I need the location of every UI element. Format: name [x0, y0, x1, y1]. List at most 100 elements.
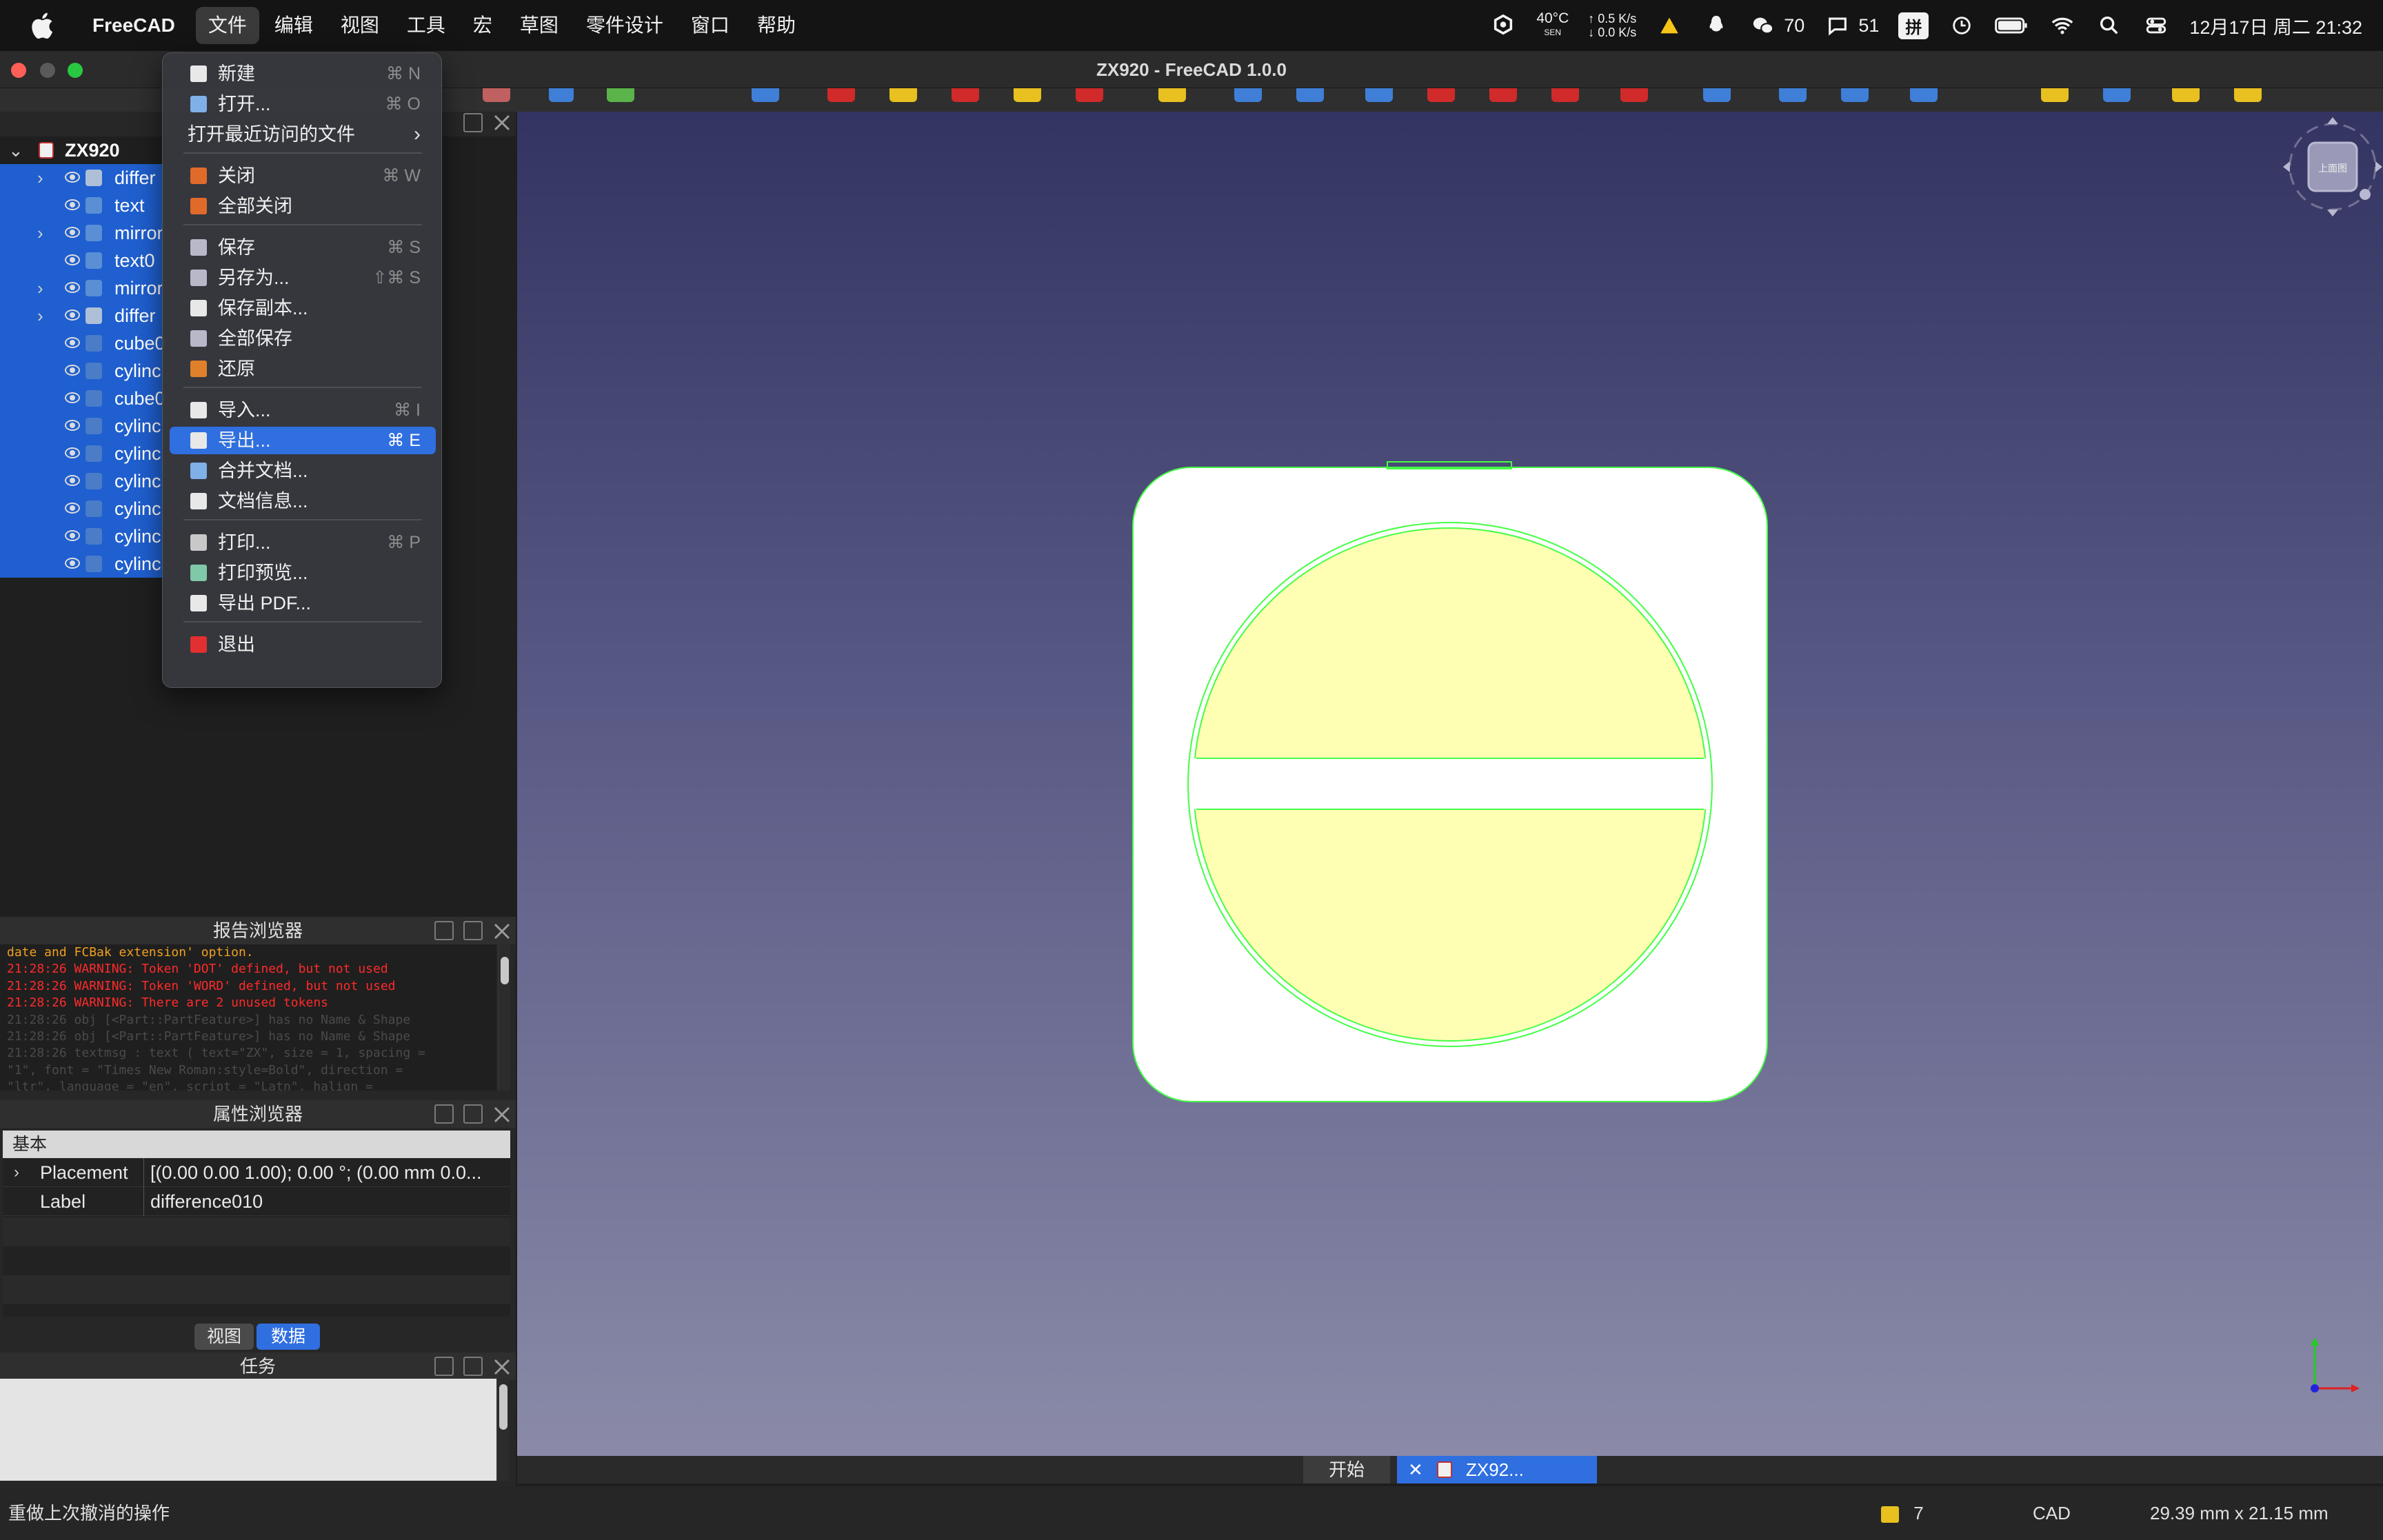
visibility-eye-icon[interactable] [65, 447, 80, 458]
menu-item-save[interactable]: 保存 ⌘ S [170, 234, 436, 261]
tree-difference-item[interactable]: › differ [0, 302, 164, 330]
property-value[interactable]: [(0.00 0.00 1.00); 0.00 °; (0.00 mm 0.0.… [150, 1158, 482, 1187]
tree-cylinder-item[interactable]: cylinc [0, 467, 164, 495]
toolbar-offset-icon[interactable] [1489, 88, 1517, 102]
menu-item-revert[interactable]: 还原 [170, 355, 436, 383]
menu-item-save-copy[interactable]: 保存副本... [170, 294, 436, 322]
toolbar-revolve-icon[interactable] [1158, 88, 1186, 102]
dock-panel-icon[interactable] [434, 1104, 454, 1124]
visibility-eye-icon[interactable] [65, 227, 80, 238]
visibility-eye-icon[interactable] [65, 172, 80, 183]
toolbar-fuse-icon[interactable] [889, 88, 917, 102]
toolbar-sweep-icon[interactable] [2103, 88, 2131, 102]
tab-start[interactable]: 开始 [1303, 1456, 1390, 1483]
menu-macro[interactable]: 宏 [461, 7, 505, 44]
navigation-style[interactable]: CAD [2033, 1486, 2071, 1540]
chat-widget[interactable]: 51 [1824, 14, 1879, 37]
tree-root[interactable]: ⌄ ZX920 [8, 136, 167, 164]
tab-document[interactable]: ✕ ZX92... [1397, 1456, 1597, 1483]
3d-scene[interactable]: 上面图 [517, 112, 2383, 1456]
spotlight-search-icon[interactable] [2095, 14, 2123, 37]
clock-icon[interactable] [1948, 14, 1975, 37]
report-scrollbar[interactable] [498, 944, 510, 1091]
chevron-right-icon[interactable]: › [14, 1158, 19, 1187]
3d-viewport[interactable]: 上面图 [517, 112, 2383, 1456]
menu-part-design[interactable]: 零件设计 [574, 7, 676, 44]
tree-mirror-item[interactable]: › mirror [0, 274, 164, 302]
menu-item-new[interactable]: 新建 ⌘ N [170, 60, 436, 88]
toolbar-cone-icon[interactable] [549, 88, 574, 102]
menu-view[interactable]: 视图 [328, 7, 392, 44]
visibility-eye-icon[interactable] [65, 530, 80, 541]
visibility-eye-icon[interactable] [65, 199, 80, 210]
tree-text-item[interactable]: text [0, 192, 164, 219]
tree-difference-item[interactable]: › differ [0, 164, 164, 192]
toolbar-boolean-icon[interactable] [752, 88, 779, 102]
close-panel-icon[interactable] [492, 113, 512, 132]
property-value[interactable]: difference010 [150, 1187, 263, 1216]
property-group-header[interactable]: 基本 [3, 1131, 510, 1158]
visibility-eye-icon[interactable] [65, 420, 80, 431]
float-panel-icon[interactable] [463, 1104, 483, 1124]
visibility-eye-icon[interactable] [65, 254, 80, 265]
minimize-window-button[interactable] [40, 63, 55, 78]
toolbar-measure-icon[interactable] [1551, 88, 1579, 102]
tree-cube-item[interactable]: cube0 [0, 385, 165, 412]
toolbar-box-icon[interactable] [1841, 88, 1869, 102]
notification-area[interactable]: 7 [1881, 1486, 1924, 1540]
menu-item-open[interactable]: 打开... ⌘ O [170, 90, 436, 118]
float-panel-icon[interactable] [463, 113, 483, 132]
visibility-eye-icon[interactable] [65, 365, 80, 376]
hexagon-icon[interactable] [1489, 14, 1517, 37]
temp-widget[interactable]: 40°C SEN [1536, 11, 1569, 39]
menu-item-print[interactable]: 打印... ⌘ P [170, 529, 436, 556]
toolbar-mirror-icon[interactable] [1234, 88, 1262, 102]
menu-item-close-all[interactable]: 全部关闭 [170, 192, 436, 220]
menu-app-name[interactable]: FreeCAD [80, 7, 188, 44]
dock-panel-icon[interactable] [434, 921, 454, 940]
navigation-cube[interactable]: 上面图 [2283, 117, 2382, 216]
property-row-placement[interactable]: › Placement [(0.00 0.00 1.00); 0.00 °; (… [3, 1158, 510, 1187]
tree-text-item[interactable]: text0 [0, 247, 164, 274]
close-window-button[interactable] [11, 63, 26, 78]
toolbar-common-icon[interactable] [952, 88, 979, 102]
menu-item-save-all[interactable]: 全部保存 [170, 325, 436, 352]
close-panel-icon[interactable] [492, 921, 512, 940]
close-panel-icon[interactable] [492, 1104, 512, 1124]
visibility-eye-icon[interactable] [65, 282, 80, 293]
control-center-icon[interactable] [2142, 14, 2170, 37]
toolbar-wedge-icon[interactable] [1910, 88, 1938, 102]
wifi-icon[interactable] [2049, 14, 2076, 37]
menu-item-save-as[interactable]: 另存为... ⇧⌘ S [170, 264, 436, 292]
menu-tools[interactable]: 工具 [394, 7, 458, 44]
input-method-badge[interactable]: 拼 [1898, 12, 1929, 39]
visibility-eye-icon[interactable] [65, 337, 80, 348]
tree-cylinder-item[interactable]: cylinc [0, 440, 164, 467]
menu-window[interactable]: 窗口 [678, 7, 742, 44]
menu-item-quit[interactable]: 退出 [170, 631, 436, 658]
menu-item-open-recent[interactable]: 打开最近访问的文件 › [170, 121, 436, 148]
tab-view[interactable]: 视图 [194, 1324, 254, 1350]
toolbar-cut-icon[interactable] [827, 88, 855, 102]
visibility-eye-icon[interactable] [65, 558, 80, 569]
tab-data[interactable]: 数据 [257, 1324, 320, 1350]
chevron-right-icon[interactable]: › [37, 274, 43, 302]
chevron-right-icon[interactable]: › [37, 302, 43, 330]
tree-mirror-item[interactable]: › mirror [0, 219, 164, 247]
net-speed-widget[interactable]: ↑ 0.5 K/s ↓ 0.0 K/s [1588, 12, 1636, 39]
datetime[interactable]: 12月17日 周二 21:32 [2189, 12, 2362, 39]
qq-icon[interactable] [1702, 14, 1730, 37]
toolbar-check-icon[interactable] [1620, 88, 1648, 102]
tasks-body[interactable] [0, 1379, 496, 1481]
visibility-eye-icon[interactable] [65, 475, 80, 486]
menu-item-document-info[interactable]: 文档信息... [170, 487, 436, 515]
tree-cylinder-item[interactable]: cylinc [0, 412, 164, 440]
toolbar-plane-icon[interactable] [1779, 88, 1807, 102]
close-panel-icon[interactable] [492, 1357, 512, 1376]
menu-item-merge-document[interactable]: 合并文档... [170, 457, 436, 485]
visibility-eye-icon[interactable] [65, 310, 80, 321]
report-view-output[interactable]: date and FCBak extension' option. 21:28:2… [0, 944, 496, 1091]
close-tab-icon[interactable]: ✕ [1408, 1456, 1423, 1483]
tasks-scroll-thumb[interactable] [499, 1384, 507, 1430]
float-panel-icon[interactable] [463, 1357, 483, 1376]
